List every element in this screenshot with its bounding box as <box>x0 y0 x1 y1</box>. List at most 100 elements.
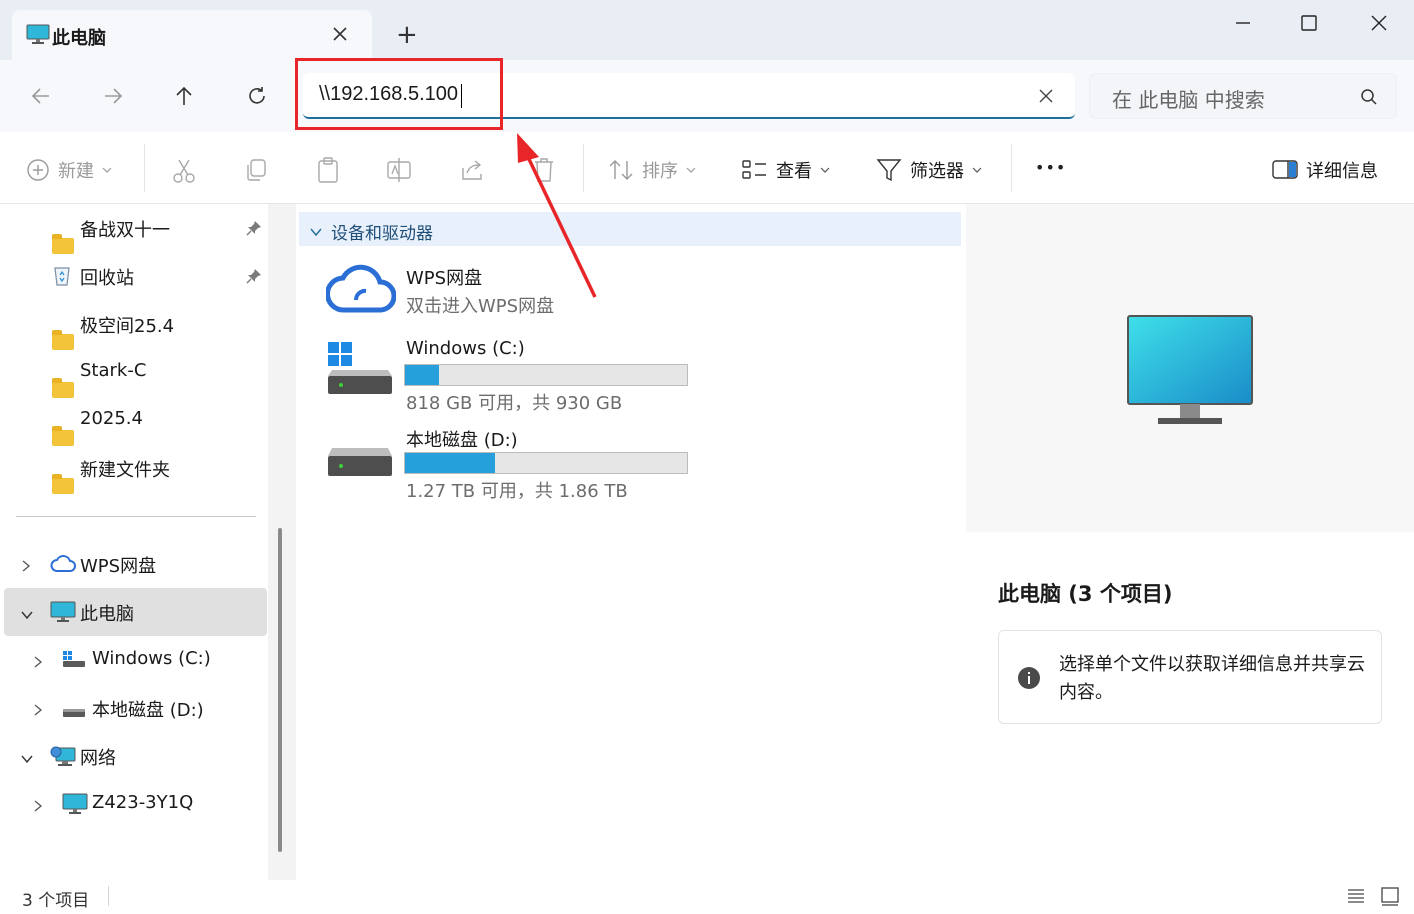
chevron-right-icon[interactable] <box>32 701 44 722</box>
group-header[interactable]: 设备和驱动器 <box>299 212 961 246</box>
drive-icon <box>326 442 396 486</box>
sidebar-divider <box>16 516 256 517</box>
refresh-button[interactable] <box>235 74 279 118</box>
rename-icon[interactable] <box>386 156 412 188</box>
sidebar-item-network[interactable]: 网络 <box>0 732 268 780</box>
drive-name: WPS网盘 <box>406 268 483 289</box>
more-options-button[interactable]: ••• <box>1035 158 1066 177</box>
sidebar-item-recycle-bin[interactable]: 回收站 <box>0 252 268 300</box>
chevron-right-icon[interactable] <box>20 557 32 578</box>
clear-address-icon[interactable] <box>1037 87 1055 109</box>
tab-title: 此电脑 <box>52 28 106 49</box>
pin-icon[interactable] <box>246 268 262 289</box>
navigation-pane: 备战双十一 回收站 极空间25.4 Stark-C 2025.4 新建文件夹 W… <box>0 204 296 880</box>
sidebar-item-label: 新建文件夹 <box>80 460 170 481</box>
chevron-down-icon <box>820 167 830 173</box>
sidebar-border <box>268 204 296 880</box>
maximize-icon[interactable] <box>1300 14 1318 36</box>
arrow-right-icon <box>105 88 123 104</box>
sidebar-item-network-computer[interactable]: Z423-3Y1Q <box>0 780 268 828</box>
sidebar-item-drive-c[interactable]: Windows (C:) <box>0 636 268 684</box>
sidebar-scrollbar[interactable] <box>278 528 282 852</box>
status-divider <box>108 886 109 906</box>
sidebar-item-label: 此电脑 <box>80 604 134 625</box>
chevron-right-icon[interactable] <box>32 653 44 674</box>
details-pane-button[interactable]: 详细信息 <box>1272 150 1378 190</box>
details-info-text: 选择单个文件以获取详细信息并共享云内容。 <box>1059 654 1365 703</box>
drive-name: 本地磁盘 (D:) <box>406 430 518 451</box>
drive-item-wps[interactable]: WPS网盘 双击进入WPS网盘 <box>320 256 940 320</box>
chevron-down-icon <box>686 167 696 173</box>
sidebar-item-folder[interactable]: 备战双十一 <box>0 204 268 254</box>
storage-bar-fill <box>405 365 439 385</box>
sidebar-item-folder[interactable]: 新建文件夹 <box>0 444 268 494</box>
command-bar <box>0 132 1414 204</box>
paste-icon[interactable] <box>316 156 340 188</box>
chevron-down-icon[interactable] <box>20 605 34 626</box>
add-circle-icon <box>27 159 49 181</box>
sidebar-item-folder[interactable]: 极空间25.4 <box>0 300 268 350</box>
details-pane: 此电脑 (3 个项目) 选择单个文件以获取详细信息并共享云内容。 <box>964 204 1414 880</box>
search-icon[interactable] <box>1360 88 1378 110</box>
drive-item-d[interactable]: 本地磁盘 (D:) 1.27 TB 可用，共 1.86 TB <box>320 424 940 502</box>
filter-button[interactable]: 筛选器 <box>876 150 982 190</box>
pin-icon[interactable] <box>246 220 262 241</box>
tab-close-icon[interactable] <box>330 24 350 48</box>
sidebar-item-label: WPS网盘 <box>80 556 157 577</box>
network-icon <box>50 744 76 773</box>
back-button[interactable] <box>19 74 63 118</box>
sidebar-item-label: 回收站 <box>80 268 134 289</box>
sort-label: 排序 <box>642 161 678 182</box>
sidebar-item-label: 网络 <box>80 748 116 769</box>
drive-icon <box>62 702 86 723</box>
up-button[interactable] <box>162 74 206 118</box>
new-button[interactable]: 新建 <box>26 150 112 190</box>
new-label: 新建 <box>58 161 94 182</box>
sidebar-item-folder[interactable]: Stark-C <box>0 348 268 398</box>
chevron-down-icon <box>972 167 982 173</box>
storage-bar <box>404 364 688 386</box>
status-bar: 3 个项目 <box>0 880 1414 914</box>
annotation-highlight-box <box>295 58 503 130</box>
windows-drive-icon <box>326 340 396 402</box>
item-count: 3 个项目 <box>22 891 90 911</box>
sidebar-item-label: Stark-C <box>80 360 147 381</box>
drive-space: 1.27 TB 可用，共 1.86 TB <box>406 481 628 502</box>
sidebar-item-folder[interactable]: 2025.4 <box>0 396 268 446</box>
drive-space: 818 GB 可用，共 930 GB <box>406 393 623 414</box>
chevron-down-icon <box>102 167 112 173</box>
share-icon[interactable] <box>460 158 486 186</box>
computer-icon <box>26 24 50 50</box>
sidebar-item-label: 备战双十一 <box>80 220 170 241</box>
storage-bar-fill <box>405 453 496 473</box>
forward-button[interactable] <box>91 74 135 118</box>
sidebar-item-label: Windows (C:) <box>92 648 211 669</box>
search-box[interactable]: 在 此电脑 中搜索 <box>1089 73 1397 119</box>
computer-icon <box>62 793 88 820</box>
chevron-down-icon[interactable] <box>309 223 323 242</box>
details-label: 详细信息 <box>1306 161 1378 182</box>
chevron-right-icon[interactable] <box>32 797 44 818</box>
new-tab-button[interactable]: + <box>396 20 418 50</box>
sidebar-item-label: 2025.4 <box>80 408 143 429</box>
chevron-down-icon[interactable] <box>20 749 34 770</box>
cloud-icon <box>325 260 397 320</box>
sort-button[interactable]: 排序 <box>608 150 696 190</box>
tab-this-pc[interactable]: 此电脑 <box>12 10 372 60</box>
copy-icon[interactable] <box>244 158 268 186</box>
sidebar-item-drive-d[interactable]: 本地磁盘 (D:) <box>0 684 268 732</box>
recycle-bin-icon <box>52 264 72 291</box>
refresh-icon <box>249 87 265 104</box>
view-button[interactable]: 查看 <box>742 150 830 190</box>
details-view-icon[interactable] <box>1346 886 1366 910</box>
windows-drive-icon <box>62 650 86 673</box>
minimize-icon[interactable] <box>1234 14 1252 36</box>
filter-label: 筛选器 <box>910 161 964 182</box>
close-window-icon[interactable] <box>1370 14 1388 36</box>
sidebar-item-label: 本地磁盘 (D:) <box>92 700 204 721</box>
large-icons-view-icon[interactable] <box>1380 886 1400 910</box>
sidebar-item-wps-cloud[interactable]: WPS网盘 <box>0 540 268 588</box>
sidebar-item-this-pc[interactable]: 此电脑 <box>4 588 267 636</box>
cut-icon[interactable] <box>172 158 196 188</box>
drive-item-c[interactable]: Windows (C:) 818 GB 可用，共 930 GB <box>320 336 940 414</box>
